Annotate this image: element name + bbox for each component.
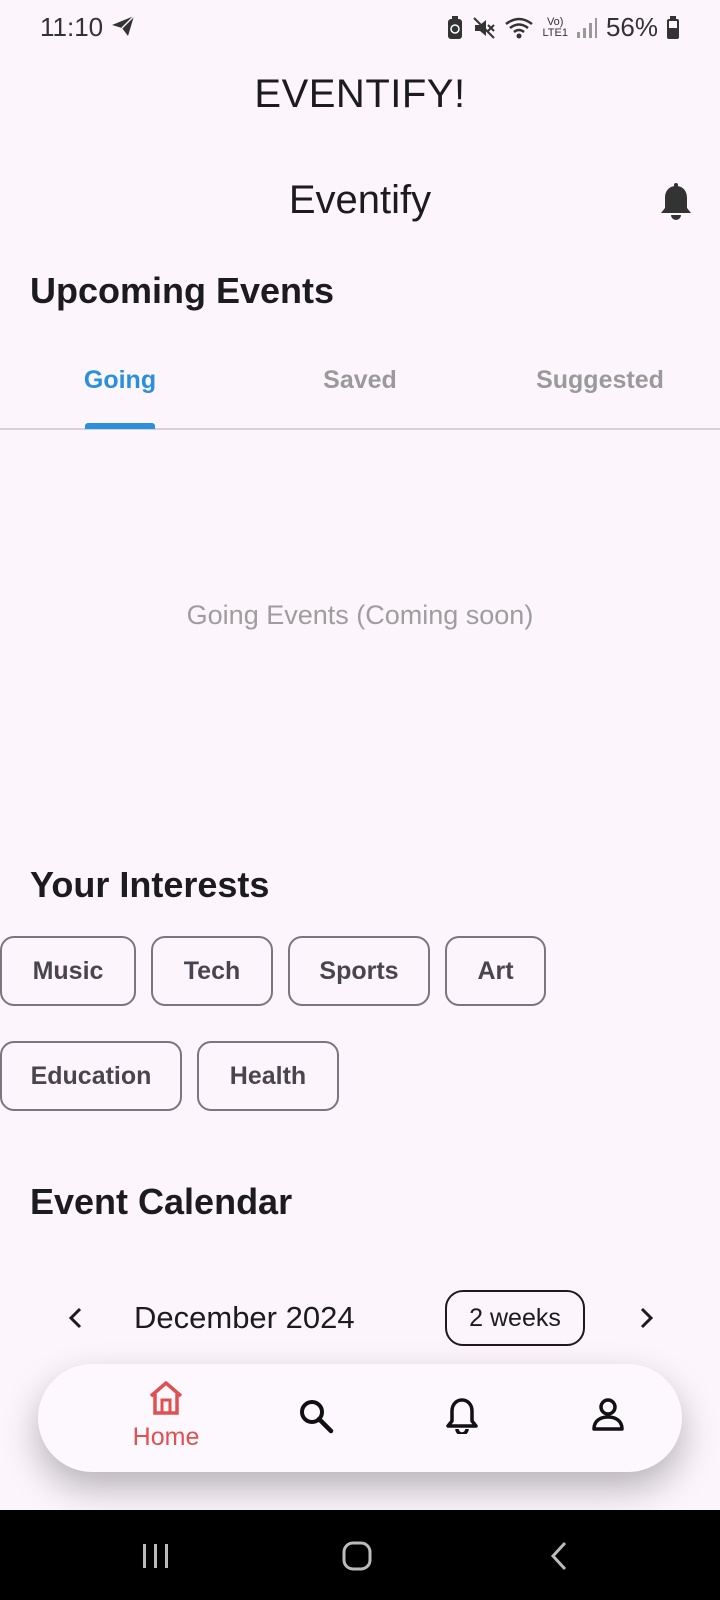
bottom-navigation: Home bbox=[38, 1364, 682, 1472]
nav-home[interactable]: Home bbox=[106, 1380, 226, 1452]
telegram-icon bbox=[110, 14, 136, 43]
nav-profile[interactable] bbox=[590, 1396, 626, 1437]
calendar-header: December 2024 2 weeks bbox=[0, 1290, 720, 1346]
signal-icon bbox=[576, 16, 598, 40]
interest-chip-tech[interactable]: Tech bbox=[151, 936, 273, 1006]
nav-home-label: Home bbox=[132, 1423, 200, 1451]
battery-saver-icon bbox=[446, 15, 464, 41]
your-interests-title: Your Interests bbox=[30, 864, 270, 905]
bell-icon bbox=[445, 1396, 479, 1439]
system-navigation-bar bbox=[0, 1510, 720, 1600]
app-bar-title: Eventify bbox=[288, 178, 432, 222]
calendar-month: December 2024 bbox=[134, 1300, 355, 1335]
events-tabs: Going Saved Suggested bbox=[0, 352, 720, 430]
person-icon bbox=[590, 1396, 626, 1437]
status-bar: 11:10 Vo) LTE1 56% bbox=[0, 0, 720, 52]
recent-apps-icon[interactable] bbox=[140, 1542, 172, 1575]
battery-percent: 56% bbox=[605, 12, 658, 42]
mute-icon bbox=[472, 16, 496, 40]
active-tab-indicator bbox=[85, 423, 155, 429]
status-icons: Vo) LTE1 56% bbox=[446, 12, 680, 43]
app-title: EVENTIFY! bbox=[254, 72, 466, 116]
upcoming-events-title: Upcoming Events bbox=[30, 270, 335, 311]
battery-icon bbox=[666, 15, 680, 40]
tab-going[interactable]: Going bbox=[60, 366, 180, 395]
nav-search[interactable] bbox=[298, 1398, 334, 1439]
status-time: 11:10 bbox=[40, 12, 104, 42]
interest-chip-art[interactable]: Art bbox=[445, 936, 546, 1006]
app-bar: Eventify bbox=[0, 170, 720, 234]
wifi-icon bbox=[504, 16, 534, 40]
interest-chip-sports[interactable]: Sports bbox=[288, 936, 430, 1006]
event-calendar-title: Event Calendar bbox=[30, 1181, 293, 1222]
calendar-format-button[interactable]: 2 weeks bbox=[445, 1290, 585, 1346]
volte-label: Vo) LTE1 bbox=[542, 15, 568, 39]
back-icon[interactable] bbox=[548, 1540, 570, 1577]
home-button-icon[interactable] bbox=[341, 1540, 373, 1577]
tab-suggested[interactable]: Suggested bbox=[520, 366, 680, 395]
search-icon bbox=[298, 1398, 334, 1439]
going-events-placeholder: Going Events (Coming soon) bbox=[186, 600, 534, 630]
tab-saved[interactable]: Saved bbox=[300, 366, 420, 395]
interest-chip-education[interactable]: Education bbox=[0, 1041, 182, 1111]
interest-chip-health[interactable]: Health bbox=[197, 1041, 339, 1111]
nav-notifications[interactable] bbox=[445, 1396, 479, 1439]
chevron-right-icon[interactable] bbox=[632, 1304, 660, 1332]
chevron-left-icon[interactable] bbox=[62, 1304, 90, 1332]
notifications-bell-icon[interactable] bbox=[656, 182, 696, 222]
home-icon bbox=[147, 1380, 185, 1421]
interest-chip-music[interactable]: Music bbox=[0, 936, 136, 1006]
